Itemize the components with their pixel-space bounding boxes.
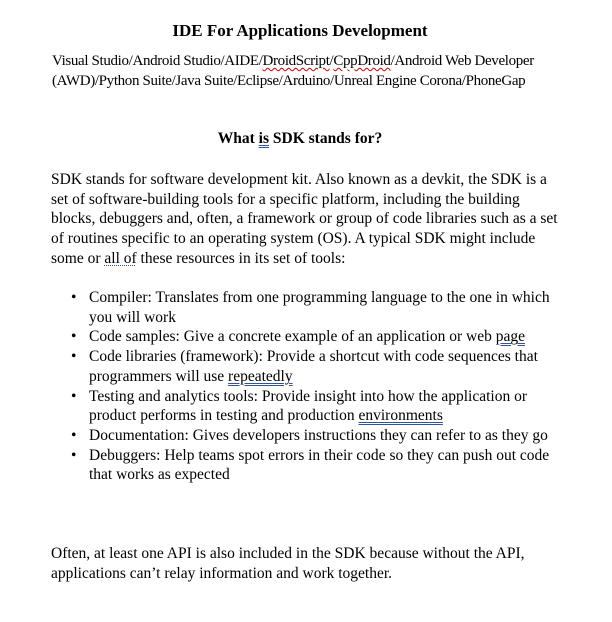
bullet-icon: • <box>71 348 77 366</box>
ide-list-text: PhoneGap <box>465 72 526 89</box>
document-page: IDE For Applications Development Visual … <box>0 0 612 622</box>
document-title: IDE For Applications Development <box>172 21 428 40</box>
grammar-flag-page[interactable]: page <box>496 328 525 345</box>
list-item: • Debuggers: Help teams spot errors in t… <box>51 446 561 485</box>
list-item: • Code samples: Give a concrete example … <box>51 327 561 347</box>
list-item: • Compiler: Translates from one programm… <box>51 288 561 327</box>
list-item-text: Code samples: Give a concrete example of… <box>89 328 496 346</box>
list-item: • Testing and analytics tools: Provide i… <box>51 387 561 426</box>
list-item-text: Compiler: Translates from one programmin… <box>89 289 550 326</box>
list-item-text: Documentation: Gives developers instruct… <box>89 426 548 444</box>
bullet-icon: • <box>71 426 77 444</box>
spelling-flag-cppdroid[interactable]: CppDroid <box>333 53 391 69</box>
list-item-text: Testing and analytics tools: Provide ins… <box>89 387 528 425</box>
grammar-flag-repeatedly[interactable]: repeatedly <box>228 368 293 385</box>
bullet-icon: • <box>71 446 77 464</box>
heading-text: SDK stands for? <box>269 130 383 147</box>
sdk-tools-list: • Compiler: Translates from one programm… <box>51 288 561 485</box>
grammar-flag-environments[interactable]: environments <box>358 407 442 424</box>
heading-text: What <box>217 130 259 147</box>
list-item: • Documentation: Gives developers instru… <box>51 426 561 446</box>
bullet-icon: • <box>71 387 77 405</box>
bullet-icon: • <box>71 328 77 346</box>
closing-paragraph: Often, at least one API is also included… <box>51 545 525 582</box>
paragraph-text: these resources in its set of tools: <box>136 249 346 267</box>
spelling-flag-droidscript[interactable]: DroidScript <box>263 53 330 69</box>
grammar-flag-all-of[interactable]: all of <box>104 250 136 267</box>
list-item-text: Debuggers: Help teams spot errors in the… <box>89 446 550 484</box>
ide-list-text: Visual Studio/Android Studio/AIDE/ <box>52 53 263 69</box>
ide-list-paragraph: Visual Studio/Android Studio/AIDE/DroidS… <box>52 52 552 91</box>
list-item-text: Code libraries (framework): Provide a sh… <box>89 348 538 385</box>
list-item: • Code libraries (framework): Provide a … <box>51 347 561 386</box>
intro-paragraph: SDK stands for software development kit.… <box>51 170 561 269</box>
grammar-flag-is[interactable]: is <box>259 130 269 147</box>
bullet-icon: • <box>71 289 77 306</box>
section-heading: What is SDK stands for? <box>0 129 600 149</box>
